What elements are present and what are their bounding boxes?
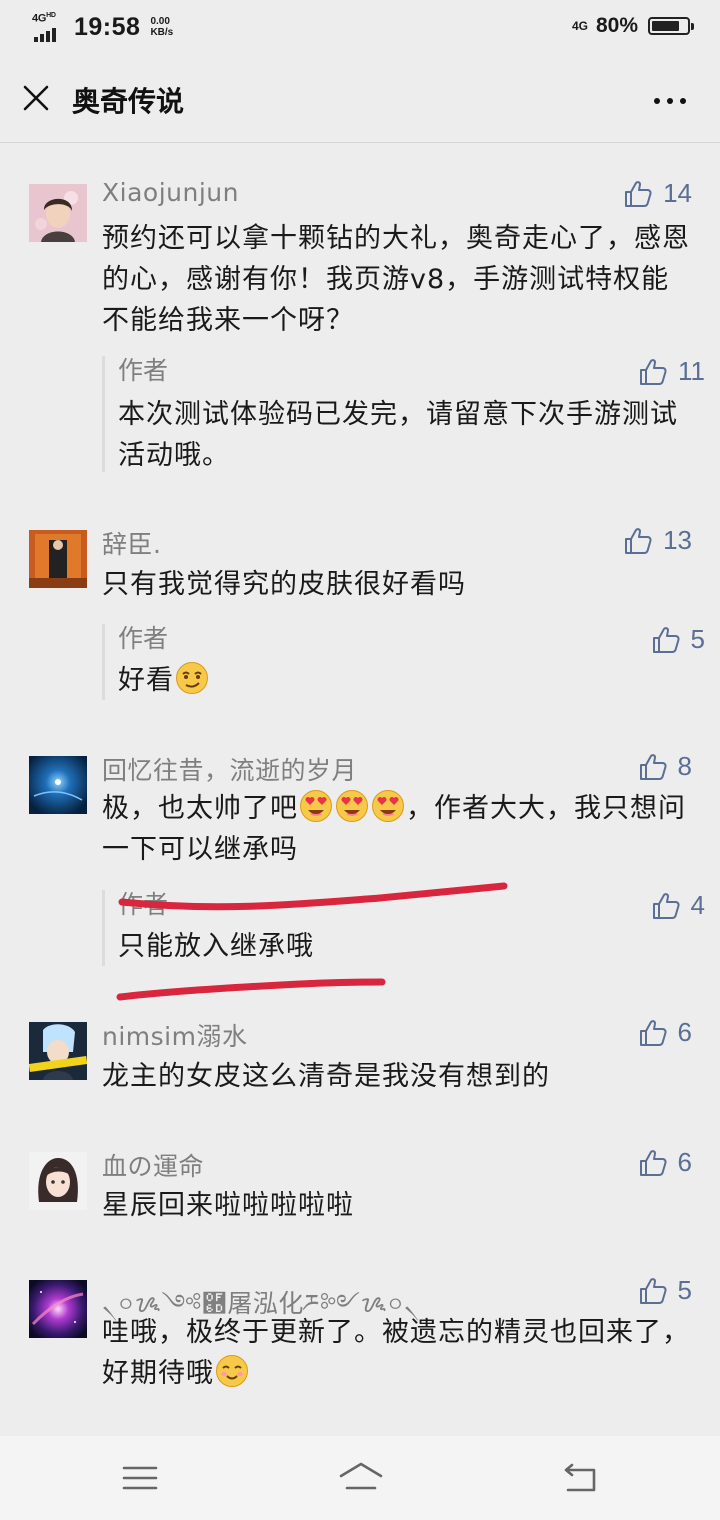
comment-text-part: 极，也太帅了吧 <box>102 793 298 824</box>
like-button[interactable]: 11 <box>638 356 705 387</box>
page-title: 奥奇传说 <box>72 85 185 118</box>
comment-author[interactable]: 辞臣. <box>102 525 161 561</box>
comment-author[interactable]: nimsim溺水 <box>102 1017 247 1053</box>
close-icon[interactable] <box>22 84 50 112</box>
like-count: 6 <box>677 1017 692 1047</box>
comment-text: 龙主的女皮这么清奇是我没有想到的 <box>102 1061 550 1092</box>
status-bar: 4GHD 19:58 0.00 KB/s 4G 80% <box>0 0 720 58</box>
thumbs-up-icon <box>638 752 668 782</box>
thumbs-up-icon <box>651 891 681 921</box>
avatar[interactable] <box>29 1280 87 1338</box>
like-button[interactable]: 5 <box>638 1275 692 1306</box>
like-button[interactable]: 6 <box>638 1017 692 1048</box>
smiling-emoji <box>216 1355 248 1387</box>
heart-eyes-emoji <box>336 790 368 822</box>
thumbs-up-icon <box>623 179 653 209</box>
signal-icon: 4GHD <box>32 12 62 42</box>
avatar[interactable] <box>29 184 87 242</box>
like-button[interactable]: 5 <box>651 624 705 655</box>
back-icon[interactable] <box>560 1458 600 1498</box>
comment-text: 极，也太帅了吧 ，作者大大，我只想问一下可以继承吗 <box>102 788 692 870</box>
like-count: 13 <box>663 525 692 555</box>
speed-value: 0.00 <box>150 16 170 27</box>
reply-text-line: 好看 <box>118 660 688 701</box>
comment-author[interactable]: Xiaojunjun <box>102 178 239 207</box>
like-button[interactable]: 4 <box>651 890 705 921</box>
reply-text: 本次测试体验码已发完，请留意下次手游测试活动哦。 <box>118 399 678 471</box>
like-button[interactable]: 8 <box>638 751 692 782</box>
menu-icon[interactable] <box>120 1458 160 1498</box>
system-nav-bar <box>0 1436 720 1520</box>
author-reply: 作者 11 本次测试体验码已发完，请留意下次手游测试活动哦。 <box>102 356 705 472</box>
thumbs-up-icon <box>638 1018 668 1048</box>
comment-text: 哇哦，极终于更新了。被遗忘的精灵也回来了，好期待哦 <box>102 1317 690 1389</box>
like-count: 4 <box>690 890 705 920</box>
like-button[interactable]: 6 <box>638 1147 692 1178</box>
reply-author: 作者 <box>118 624 169 653</box>
like-button[interactable]: 14 <box>623 178 692 209</box>
network-hd: HD <box>46 12 56 19</box>
avatar[interactable] <box>29 1152 87 1210</box>
author-reply: 作者 5 好看 <box>102 624 705 700</box>
avatar[interactable] <box>29 1022 87 1080</box>
like-count: 8 <box>677 751 692 781</box>
mobile-data-indicator: 4G <box>571 19 588 33</box>
status-time: 19:58 <box>74 12 141 41</box>
battery-icon <box>648 17 694 35</box>
reply-text: 好看 <box>118 665 174 696</box>
smirk-emoji <box>176 662 208 694</box>
speed-unit: KB/s <box>150 27 174 38</box>
comment-text: 只有我觉得究的皮肤很好看吗 <box>102 569 466 600</box>
heart-eyes-emoji <box>300 790 332 822</box>
thumbs-up-icon <box>623 526 653 556</box>
like-count: 11 <box>678 356 705 386</box>
comment-text: 预约还可以拿十颗钻的大礼，奥奇走心了，感恩的心，感谢有你！我页游v8，手游测试特… <box>102 223 690 336</box>
thumbs-up-icon <box>638 1276 668 1306</box>
avatar[interactable] <box>29 756 87 814</box>
thumbs-up-icon <box>651 625 681 655</box>
like-count: 6 <box>677 1147 692 1177</box>
comment-text: 星辰回来啦啦啦啦啦 <box>102 1190 354 1221</box>
thumbs-up-icon <box>638 357 668 387</box>
home-icon[interactable] <box>338 1458 384 1498</box>
comment-text-block: 哇哦，极终于更新了。被遗忘的精灵也回来了，好期待哦 <box>102 1312 692 1394</box>
network-speed: 0.00 KB/s <box>150 16 173 38</box>
comment-author[interactable]: 回忆往昔，流逝的岁月 <box>102 751 357 787</box>
like-count: 5 <box>690 624 705 654</box>
network-type: 4G <box>32 12 47 25</box>
battery-percent: 80% <box>595 14 638 37</box>
reply-author: 作者 <box>118 356 169 385</box>
author-reply: 作者 4 只能放入继承哦 <box>102 890 705 966</box>
like-button[interactable]: 13 <box>623 525 692 556</box>
avatar[interactable] <box>29 530 87 588</box>
heart-eyes-emoji <box>372 790 404 822</box>
comment-author[interactable]: 血の運命 <box>102 1147 204 1183</box>
like-count: 14 <box>663 178 692 208</box>
reply-author: 作者 <box>118 890 169 919</box>
app-header: 奥奇传说 <box>0 58 720 143</box>
more-options-icon[interactable] <box>654 98 686 104</box>
reply-text: 只能放入继承哦 <box>118 931 314 962</box>
thumbs-up-icon <box>638 1148 668 1178</box>
like-count: 5 <box>677 1275 692 1305</box>
